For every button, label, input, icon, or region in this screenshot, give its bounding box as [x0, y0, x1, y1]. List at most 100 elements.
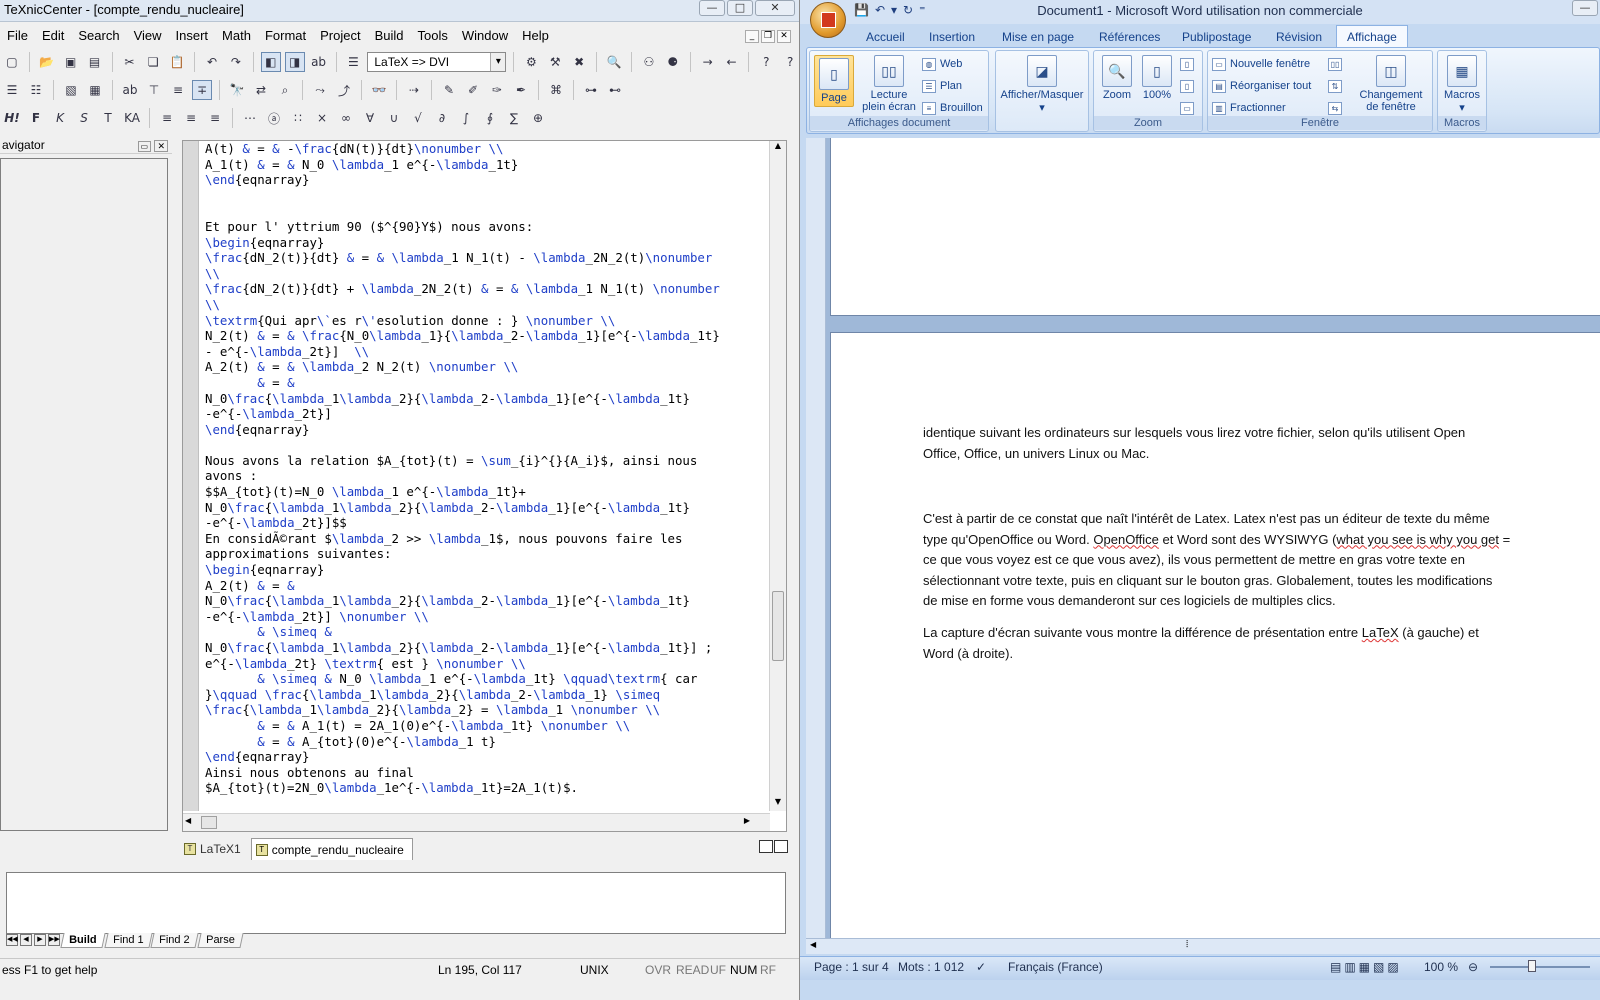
tab-insertion[interactable]: Insertion	[929, 27, 975, 47]
math-symbol-1-icon[interactable]: ⋯	[240, 108, 260, 128]
reading-view-button[interactable]: ▯▯ Lecture plein écran	[858, 55, 920, 113]
status-language[interactable]: Français (France)	[1008, 957, 1103, 977]
menu-math[interactable]: Math	[215, 28, 258, 43]
mdi-close-icon[interactable]: ✕	[777, 30, 791, 43]
mdi-minimize-icon[interactable]: _	[745, 30, 759, 43]
arrow-icon[interactable]: ⇢	[404, 80, 424, 100]
maximize-button[interactable]: □	[727, 0, 753, 16]
editor-vertical-scroll-thumb[interactable]	[772, 591, 784, 661]
environment-icon[interactable]: ⌘	[546, 80, 566, 100]
menu-insert[interactable]: Insert	[169, 28, 216, 43]
tab-references[interactable]: Références	[1099, 27, 1160, 47]
build-icon[interactable]: ⚙	[521, 52, 541, 72]
code-line[interactable]: & \simeq &	[205, 624, 765, 640]
output-pane[interactable]	[6, 872, 786, 934]
two-pages-button[interactable]: ▯	[1180, 77, 1194, 95]
code-line[interactable]: \end{eqnarray}	[205, 172, 765, 188]
page-2[interactable]: identique suivant les ordinateurs sur le…	[830, 332, 1600, 938]
save-icon[interactable]: 💾	[854, 3, 869, 17]
page-width-button[interactable]: ▭	[1180, 99, 1194, 117]
arrange-all-button[interactable]: ▤ Réorganiser tout	[1212, 77, 1311, 95]
document-area[interactable]: identique suivant les ordinateurs sur le…	[806, 138, 1600, 938]
code-line[interactable]: avons :	[205, 468, 765, 484]
tab-find2[interactable]: Find 2	[150, 932, 199, 948]
new-window-button[interactable]: ▭ Nouvelle fenêtre	[1212, 55, 1310, 73]
tab-publipostage[interactable]: Publipostage	[1182, 27, 1251, 47]
toggle-output-icon[interactable]: ◨	[284, 52, 305, 72]
replace-icon[interactable]: ⇄	[251, 80, 271, 100]
math-mode-icon[interactable]: ∓	[192, 80, 212, 100]
page-1[interactable]	[830, 138, 1600, 316]
itemize-icon[interactable]: ☰	[2, 80, 22, 100]
side-by-side-button[interactable]: ▯▯	[1328, 55, 1342, 73]
switch-window-button[interactable]: ◫ Changement de fenêtre	[1354, 55, 1428, 113]
save-all-icon[interactable]: ▤	[85, 52, 105, 72]
draft-view-button[interactable]: ≡ Brouillon	[922, 99, 983, 117]
mdi-restore-icon[interactable]: ❐	[761, 30, 775, 43]
code-line[interactable]	[205, 188, 765, 204]
paragraph-3[interactable]: La capture d'écran suivante vous montre …	[923, 623, 1523, 664]
status-page[interactable]: Page : 1 sur 4	[814, 957, 889, 977]
status-zoom[interactable]: 100 %	[1424, 957, 1458, 977]
code-line[interactable]: \frac{dN_2(t)}{dt} + \lambda_2N_2(t) & =…	[205, 281, 765, 297]
find-in-files-icon[interactable]: ⌕	[275, 80, 295, 100]
editor-horizontal-scrollbar[interactable]: ◀ ▶	[183, 813, 770, 831]
code-line[interactable]: En considÃ©rant $\lambda_2 >> \lambda_1$…	[205, 531, 765, 547]
bold-icon[interactable]: F	[26, 108, 46, 128]
tab-latex1[interactable]: T LaTeX1	[180, 838, 249, 860]
align-right-icon[interactable]: ≡	[205, 108, 225, 128]
zoom-button[interactable]: 🔍 Zoom	[1098, 55, 1136, 101]
math-symbol-13-icon[interactable]: ⊕	[528, 108, 548, 128]
tab-build[interactable]: Build	[60, 932, 106, 948]
outline-view-button[interactable]: ☰ Plan	[922, 77, 962, 95]
bibtex-icon[interactable]: ⚇	[639, 52, 659, 72]
first-tab-icon[interactable]: ◀◀	[6, 934, 18, 946]
brush-icon[interactable]: ✒	[511, 80, 531, 100]
code-line[interactable]	[205, 203, 765, 219]
stop-build-icon[interactable]: ✖	[569, 52, 589, 72]
sync-scroll-button[interactable]: ⇅	[1328, 77, 1342, 95]
minimize-button[interactable]: —	[699, 0, 725, 16]
status-words[interactable]: Mots : 1 012	[898, 957, 964, 977]
italic-icon[interactable]: K	[50, 108, 70, 128]
math-symbol-7-icon[interactable]: ∪	[384, 108, 404, 128]
code-line[interactable]	[205, 437, 765, 453]
macros-button[interactable]: ▦ Macros ▾	[1440, 55, 1484, 114]
code-line[interactable]: N_0\frac{\lambda_1\lambda_2}{\lambda_2-\…	[205, 391, 765, 407]
zoom-slider[interactable]	[1490, 966, 1590, 968]
math-symbol-6-icon[interactable]: ∀	[360, 108, 380, 128]
smallcaps-icon[interactable]: KA	[122, 108, 142, 128]
code-line[interactable]: $A_{tot}(t)=2N_0\lambda_1e^{-\lambda_1t}…	[205, 780, 765, 796]
code-line[interactable]: A_1(t) & = & N_0 \lambda_1 e^{-\lambda_1…	[205, 157, 765, 173]
code-line[interactable]: Et pour l' yttrium 90 ($^{90}Y$) nous av…	[205, 219, 765, 235]
output-profile-combo[interactable]: LaTeX => DVI	[367, 52, 507, 72]
code-line[interactable]: A_2(t) & = & \lambda_2 N_2(t) \nonumber …	[205, 359, 765, 375]
code-line[interactable]: N_0\frac{\lambda_1\lambda_2}{\lambda_2-\…	[205, 500, 765, 516]
code-line[interactable]: - e^{-\lambda_2t}] \\	[205, 344, 765, 360]
code-line[interactable]: & = & A_{tot}(0)e^{-\lambda_1 t}	[205, 734, 765, 750]
find-icon[interactable]: 🔭	[227, 80, 247, 100]
align-center-icon[interactable]: ≡	[181, 108, 201, 128]
code-line[interactable]: approximations suivantes:	[205, 546, 765, 562]
paragraph-1[interactable]: identique suivant les ordinateurs sur le…	[923, 423, 1523, 464]
code-line[interactable]: \frac{\lambda_1\lambda_2}{\lambda_2} = \…	[205, 702, 765, 718]
cut-icon[interactable]: ✂	[120, 52, 140, 72]
menu-file[interactable]: File	[0, 28, 35, 43]
code-line[interactable]: Ainsi nous obtenons au final	[205, 765, 765, 781]
scroll-left-icon[interactable]: ◀	[185, 816, 191, 825]
copy-icon[interactable]: ❏	[143, 52, 163, 72]
reset-position-button[interactable]: ⇆	[1328, 99, 1342, 117]
code-line[interactable]: e^{-\lambda_2t} \textrm{ est } \nonumber…	[205, 656, 765, 672]
view-output-icon[interactable]: 🔍	[604, 52, 624, 72]
figure-icon[interactable]: ▧	[61, 80, 81, 100]
zoom-slider-knob[interactable]	[1528, 960, 1536, 972]
menu-project[interactable]: Project	[313, 28, 367, 43]
abbreviation-icon[interactable]: ab	[120, 80, 140, 100]
new-file-icon[interactable]: ▢	[2, 52, 22, 72]
navigator-tree[interactable]	[0, 158, 168, 831]
code-line[interactable]: & \simeq & N_0 \lambda_1 e^{-\lambda_1t}…	[205, 671, 765, 687]
tab-parse[interactable]: Parse	[197, 932, 244, 948]
next-error-icon[interactable]: →	[698, 52, 718, 72]
context-help-icon[interactable]: ?	[780, 52, 799, 72]
menu-view[interactable]: View	[127, 28, 169, 43]
